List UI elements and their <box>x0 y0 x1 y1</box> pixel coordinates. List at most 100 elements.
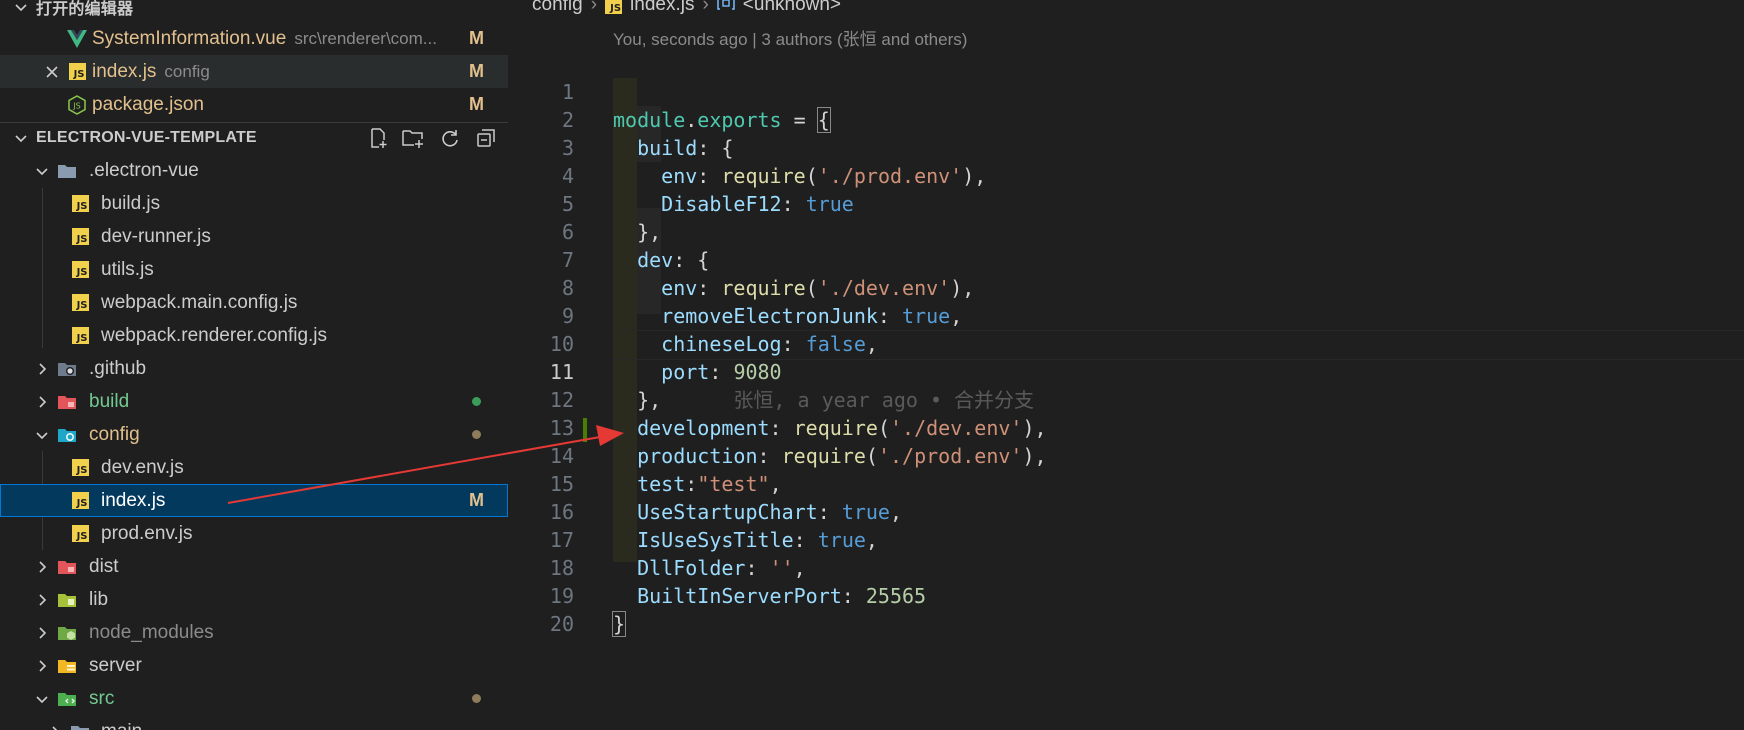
lib-folder-icon <box>57 590 77 610</box>
code-line: 2 build: { <box>508 78 1744 160</box>
tree-folder[interactable]: .electron-vue <box>0 154 508 187</box>
tree-folder[interactable]: server <box>0 649 508 682</box>
project-title: ELECTRON-VUE-TEMPLATE <box>36 128 257 146</box>
js-file-icon: JS <box>70 458 90 478</box>
code-line: 9 chineseLog: false, <box>508 274 1744 356</box>
open-editors-header[interactable]: 打开的编辑器 <box>0 0 508 23</box>
git-status-badge: M <box>469 94 484 114</box>
dist-folder-icon <box>57 557 77 577</box>
chevron-down-icon <box>10 0 32 18</box>
code-line: 10 port: 9080 <box>508 302 1744 384</box>
breadcrumb-symbol[interactable]: <unknown> <box>743 0 841 16</box>
tree-file-selected[interactable]: JS index.js M <box>0 484 508 517</box>
tree-label: webpack.main.config.js <box>101 291 298 313</box>
new-file-icon[interactable] <box>366 126 390 150</box>
folder-icon <box>70 722 90 730</box>
code-line: 19 } <box>508 554 1744 637</box>
tree-folder[interactable]: node_modules <box>0 616 508 649</box>
tree-file[interactable]: JS build.js <box>0 187 508 220</box>
tree-label: .github <box>89 357 147 379</box>
code-line: 16 IsUseSysTitle: true, <box>508 470 1744 552</box>
tree-label: build <box>89 390 130 412</box>
tree-label: webpack.renderer.config.js <box>101 324 328 346</box>
modified-dot <box>472 694 481 703</box>
tree-folder[interactable]: lib <box>0 583 508 616</box>
src-folder-icon <box>57 689 77 709</box>
tree-label: lib <box>89 588 109 610</box>
tree-file[interactable]: JS dev.env.js <box>0 451 508 484</box>
tree-label: build.js <box>101 192 161 214</box>
code-line: 4 DisableF12: true <box>508 134 1744 216</box>
tree-label: .electron-vue <box>89 159 199 181</box>
code-line: 15 UseStartupChart: true, <box>508 442 1744 524</box>
open-editors-title: 打开的编辑器 <box>36 0 134 18</box>
tree-folder[interactable]: dist <box>0 550 508 583</box>
untracked-dot <box>472 397 481 406</box>
git-status-badge: M <box>469 28 484 48</box>
js-file-icon: JS <box>70 194 90 214</box>
chevron-right-icon <box>31 358 53 380</box>
chevron-right-icon: › <box>590 0 598 15</box>
tree-label: src <box>89 687 115 709</box>
close-icon[interactable] <box>42 62 62 82</box>
chevron-down-icon <box>31 424 53 446</box>
code-line: 12 development: require('./dev.env'), <box>508 358 1744 440</box>
explorer-sidebar: 打开的编辑器 SystemInformation.vue src\renderer… <box>0 0 508 730</box>
folder-icon <box>57 161 77 181</box>
git-status-badge: M <box>469 490 484 510</box>
file-name: index.js <box>92 60 157 82</box>
chevron-right-icon <box>31 556 53 578</box>
tree-label: main <box>101 721 142 730</box>
project-header[interactable]: ELECTRON-VUE-TEMPLATE <box>0 121 508 154</box>
tree-label: index.js <box>101 489 166 511</box>
js-file-icon: JS <box>70 491 90 511</box>
open-editor-item[interactable]: JS index.js config M <box>0 55 508 88</box>
code-line: 17 DllFolder: '', <box>508 498 1744 580</box>
code-line: 5 }, <box>508 162 1744 244</box>
github-folder-icon <box>57 359 77 379</box>
tree-label: prod.env.js <box>101 522 193 544</box>
tree-file[interactable]: JS prod.env.js <box>0 517 508 550</box>
breadcrumb-file[interactable]: index.js <box>630 0 694 16</box>
tree-folder[interactable]: src <box>0 682 508 715</box>
refresh-icon[interactable] <box>438 126 462 150</box>
tree-file[interactable]: JS webpack.main.config.js <box>0 286 508 319</box>
tree-label: node_modules <box>89 621 214 643</box>
chevron-down-icon <box>31 160 53 182</box>
git-status-badge: M <box>469 61 484 81</box>
js-file-icon: JS <box>70 227 90 247</box>
js-file-icon: JS <box>67 62 87 82</box>
line-number: 20 <box>549 612 574 636</box>
codelens-blame[interactable]: You, seconds ago | 3 authors (张恒 and oth… <box>613 25 967 50</box>
tree-label: dist <box>89 555 119 577</box>
svg-text:JS: JS <box>72 101 80 110</box>
node-package-icon: JS <box>67 94 87 115</box>
build-folder-icon <box>57 392 77 412</box>
server-folder-icon <box>57 656 77 676</box>
tree-folder[interactable]: config <box>0 418 508 451</box>
code-line: 13 production: require('./prod.env'), <box>508 386 1744 468</box>
file-path: config <box>164 61 210 81</box>
tree-file[interactable]: JS dev-runner.js <box>0 220 508 253</box>
chevron-down-icon <box>31 688 53 710</box>
tree-file[interactable]: JS webpack.renderer.config.js <box>0 319 508 352</box>
breadcrumb-folder[interactable]: config <box>532 0 583 16</box>
config-folder-icon <box>57 425 77 445</box>
tree-folder[interactable]: build <box>0 385 508 418</box>
tree-folder[interactable]: main <box>0 715 508 730</box>
open-editor-item[interactable]: SystemInformation.vue src\renderer\com...… <box>0 22 508 55</box>
open-editor-label: SystemInformation.vue src\renderer\com... <box>92 28 437 50</box>
vue-file-icon <box>67 29 87 49</box>
chevron-right-icon <box>31 622 53 644</box>
tree-file[interactable]: JS utils.js <box>0 253 508 286</box>
collapse-all-icon[interactable] <box>474 126 498 150</box>
js-file-icon: JS <box>70 326 90 346</box>
chevron-right-icon <box>31 589 53 611</box>
code-line: 20 <box>508 582 1744 636</box>
code-editor[interactable]: config › JS index.js › <unknown> You, se… <box>508 0 1744 730</box>
open-editor-item[interactable]: JS package.json M <box>0 88 508 121</box>
tree-label: dev-runner.js <box>101 225 211 247</box>
code-line: 1 module.exports = { <box>508 50 1744 133</box>
new-folder-icon[interactable] <box>401 126 425 150</box>
tree-folder[interactable]: .github <box>0 352 508 385</box>
